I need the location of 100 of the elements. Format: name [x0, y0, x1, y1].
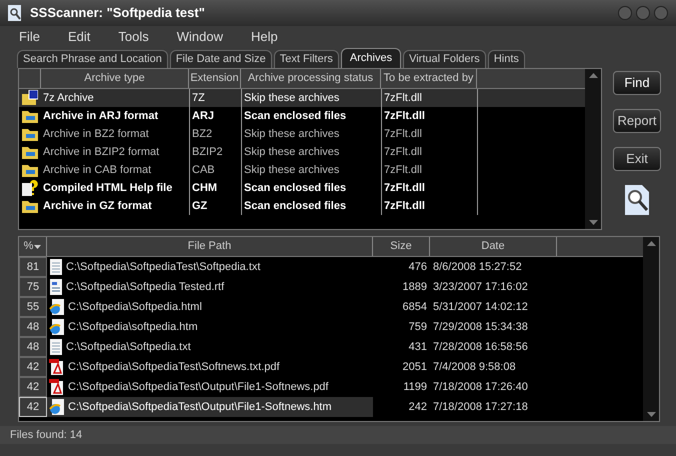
- table-cell: BZIP2: [189, 143, 241, 161]
- archive-icon: [22, 90, 38, 106]
- text-file-icon: [49, 339, 63, 355]
- column-header[interactable]: Archive type: [41, 69, 189, 88]
- archive-row[interactable]: Archive in CAB format CAB Skip these archives 7zFlt.dll: [19, 161, 585, 179]
- table-cell: CHM: [189, 179, 241, 197]
- table-cell-text: 6854: [402, 300, 428, 315]
- scrollbar[interactable]: [585, 69, 601, 229]
- column-header[interactable]: Archive processing status: [241, 69, 381, 88]
- table-cell-text: C:\Softpedia\Softpedia Tested.rtf: [66, 280, 224, 295]
- column-header[interactable]: Extension: [189, 69, 241, 88]
- action-button[interactable]: Find: [613, 71, 661, 95]
- percent-cell: 42: [19, 397, 47, 417]
- window-control-button[interactable]: [618, 6, 632, 20]
- table-cell: BZ2: [189, 125, 241, 143]
- web-page-icon: [49, 399, 65, 415]
- table-cell-text: 476: [408, 260, 428, 275]
- percent-cell: 48: [19, 337, 47, 357]
- action-button[interactable]: Exit: [613, 147, 661, 171]
- table-cell: 7zFlt.dll: [381, 107, 477, 125]
- table-cell-text: Archive in ARJ format: [42, 108, 160, 124]
- tab[interactable]: Search Phrase and Location: [17, 50, 168, 68]
- table-cell-text: 242: [408, 400, 428, 415]
- table-cell: Scan enclosed files: [241, 179, 381, 197]
- menu-item[interactable]: Edit: [68, 27, 90, 47]
- table-cell-text: 7/29/2008 15:34:38: [432, 320, 529, 335]
- action-button[interactable]: Report: [613, 109, 661, 133]
- table-cell-text: Archive in CAB format: [42, 162, 152, 178]
- folder-icon: [22, 127, 38, 141]
- result-row[interactable]: 48 C:\Softpedia\Softpedia.txt 431 7/28/2008 16:58:56: [19, 337, 643, 357]
- table-cell: Scan enclosed files: [241, 197, 381, 215]
- table-cell-text: 7/18/2008 17:27:18: [432, 400, 529, 415]
- table-cell-text: Archive in GZ format: [42, 198, 153, 214]
- text-file-icon: [49, 259, 63, 275]
- help-file-icon: [22, 180, 38, 196]
- archive-row[interactable]: Archive in BZ2 format BZ2 Skip these archives 7zFlt.dll: [19, 125, 585, 143]
- folder-icon: [22, 199, 38, 213]
- tab[interactable]: Hints: [488, 50, 525, 68]
- scrollbar[interactable]: [643, 237, 659, 421]
- table-cell-text: 2051: [402, 360, 428, 375]
- column-header-label: %: [24, 239, 34, 254]
- column-header[interactable]: Date: [430, 237, 557, 256]
- table-cell-text: 3/23/2007 17:16:02: [432, 280, 529, 295]
- table-cell-text: C:\Softpedia\Softpedia.txt: [66, 340, 191, 355]
- menu-item[interactable]: Window: [176, 27, 223, 47]
- menu-item[interactable]: Help: [250, 27, 278, 47]
- pdf-file-icon: [49, 359, 65, 375]
- column-header[interactable]: %: [19, 237, 47, 256]
- table-cell: 7zFlt.dll: [381, 161, 477, 179]
- column-header[interactable]: To be extracted by: [381, 69, 477, 88]
- archive-row[interactable]: Archive in BZIP2 format BZIP2 Skip these archives 7zFlt.dll: [19, 143, 585, 161]
- tab[interactable]: File Date and Size: [170, 50, 272, 68]
- app-icon: [8, 5, 22, 21]
- folder-icon: [22, 145, 38, 159]
- table-cell: ARJ: [189, 107, 241, 125]
- scroll-down-icon[interactable]: [588, 220, 598, 225]
- folder-icon: [22, 163, 38, 177]
- pdf-file-icon: [49, 379, 65, 395]
- tab[interactable]: Virtual Folders: [403, 50, 486, 68]
- window-control-button[interactable]: [654, 6, 668, 20]
- archive-row[interactable]: Compiled HTML Help file CHM Scan enclosed files 7zFlt.dll: [19, 179, 585, 197]
- percent-cell: 42: [19, 377, 47, 397]
- status-text: Files found: 14: [10, 428, 82, 443]
- tab[interactable]: Text Filters: [274, 50, 339, 68]
- menu-item[interactable]: Tools: [118, 27, 149, 47]
- table-cell-text: C:\Softpedia\SoftpediaTest\Softpedia.txt: [66, 260, 260, 275]
- result-row[interactable]: 75 C:\Softpedia\Softpedia Tested.rtf 1889 3/23/2007 17:16:02: [19, 277, 643, 297]
- window-control-button[interactable]: [636, 6, 650, 20]
- result-row[interactable]: 55 C:\Softpedia\Softpedia.html 6854 5/31/2007 14:02:12: [19, 297, 643, 317]
- table-cell-text: 7/28/2008 16:58:56: [432, 340, 529, 355]
- table-cell-text: 8/6/2008 15:27:52: [432, 260, 523, 275]
- archive-row[interactable]: Archive in ARJ format ARJ Scan enclosed files 7zFlt.dll: [19, 107, 585, 125]
- table-cell: CAB: [189, 161, 241, 179]
- table-cell: 7zFlt.dll: [381, 197, 477, 215]
- archive-row[interactable]: 7z Archive 7Z Skip these archives 7zFlt.dll: [19, 89, 585, 107]
- archive-row[interactable]: Archive in GZ format GZ Scan enclosed files 7zFlt.dll: [19, 197, 585, 215]
- tab[interactable]: Archives: [340, 48, 402, 68]
- window-title: SSScanner: "Softpedia test": [30, 4, 205, 22]
- scroll-down-icon[interactable]: [646, 412, 656, 417]
- result-row[interactable]: 81 C:\Softpedia\SoftpediaTest\Softpedia.txt 476 8/6/2008 15:27:52: [19, 257, 643, 277]
- magnifier-document-icon: [625, 185, 649, 215]
- result-row[interactable]: 42 C:\Softpedia\SoftpediaTest\Softnews.txt.pdf 2051 7/4/2008 9:58:08: [19, 357, 643, 377]
- result-row[interactable]: 48 C:\Softpedia\softpedia.htm 759 7/29/2008 15:34:38: [19, 317, 643, 337]
- table-cell-text: C:\Softpedia\SoftpediaTest\Output\File1-Softnews.pdf: [68, 380, 328, 395]
- table-cell-text: Archive in BZ2 format: [42, 126, 150, 142]
- table-cell-text: 759: [408, 320, 428, 335]
- column-header[interactable]: Size: [373, 237, 430, 256]
- menu-item[interactable]: File: [19, 27, 40, 47]
- table-cell-text: 431: [408, 340, 428, 355]
- scroll-up-icon[interactable]: [646, 241, 656, 246]
- table-cell: 7Z: [189, 89, 241, 107]
- percent-cell: 48: [19, 317, 47, 337]
- scroll-up-icon[interactable]: [588, 73, 598, 78]
- table-cell: Scan enclosed files: [241, 107, 381, 125]
- table-cell-text: C:\Softpedia\Softpedia.html: [68, 300, 202, 315]
- table-cell: 7zFlt.dll: [381, 125, 477, 143]
- table-cell: GZ: [189, 197, 241, 215]
- table-cell-text: Archive in BZIP2 format: [42, 144, 160, 160]
- column-header[interactable]: File Path: [47, 237, 373, 256]
- result-row[interactable]: 42 C:\Softpedia\SoftpediaTest\Output\File1-Softnews.pdf 1199 7/18/2008 17:26:40: [19, 377, 643, 397]
